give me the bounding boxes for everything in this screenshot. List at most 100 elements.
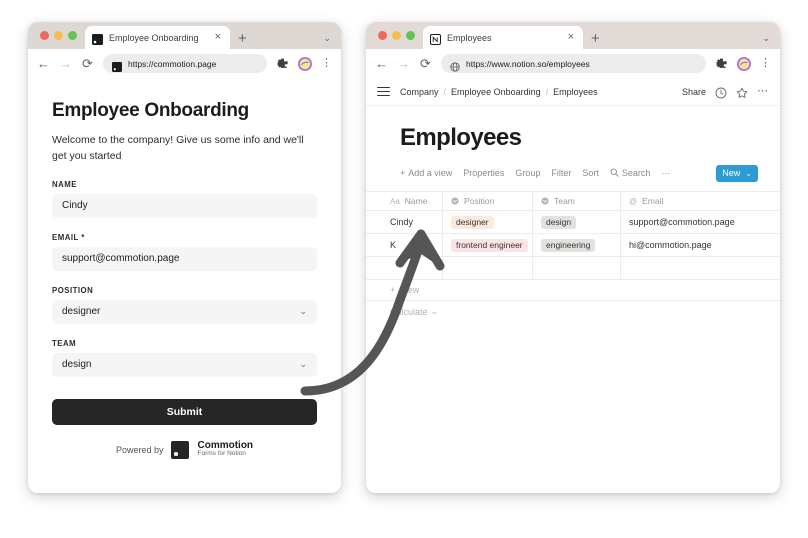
database-view-bar: + Add a view Properties Group Filter Sor… [366,164,780,182]
column-header-email[interactable]: @ Email [621,192,780,210]
tab-title: Employee Onboarding [109,32,199,43]
team-select[interactable]: design ⌄ [52,352,317,377]
breadcrumb-separator: / [545,86,549,97]
new-tab-button[interactable]: + [591,31,600,46]
minimize-window-button[interactable] [54,31,63,40]
screenshot-stage: Employee Onboarding × + ⌄ ← → ⟳ https://… [0,0,808,538]
position-select-value: designer [62,306,101,318]
puzzle-icon[interactable] [276,57,289,70]
email-input[interactable]: support@commotion.page [52,246,317,271]
star-icon[interactable] [736,86,748,98]
address-bar[interactable]: https://commotion.page [103,54,267,73]
breadcrumb-item-company[interactable]: Company [400,87,439,97]
group-button[interactable]: Group [515,168,540,178]
back-button[interactable]: ← [375,57,388,70]
close-window-button[interactable] [378,31,387,40]
form-field-team: TEAM design ⌄ [52,339,317,377]
new-record-button[interactable]: New ⌄ [716,164,758,182]
window-traffic-lights [36,22,85,49]
table-row[interactable] [366,257,780,280]
browser-tab-employee-onboarding[interactable]: Employee Onboarding × [85,26,230,49]
notion-icon [430,32,441,45]
cell-position[interactable]: frontend engineer [443,234,533,256]
new-tab-button[interactable]: + [238,31,247,46]
breadcrumb-separator: / [443,86,447,97]
column-header-team[interactable]: Team [533,192,621,210]
address-bar[interactable]: https://www.notion.so/employees [441,54,706,73]
notion-page-body: Employees + Add a view Properties Group … [366,106,780,493]
commotion-wordmark: Commotion Forms for Notion [197,440,253,458]
clock-icon[interactable] [715,86,727,98]
more-options-icon[interactable]: ⋯ [661,168,670,179]
chevron-down-icon[interactable]: ⌄ [762,33,770,44]
properties-button[interactable]: Properties [463,168,504,178]
chevron-down-icon[interactable]: ⌄ [323,33,331,44]
table-row[interactable]: K frontend engineer engineering hi@commo… [366,234,780,257]
close-icon[interactable]: × [213,32,223,43]
add-new-row-button[interactable]: + New [366,280,780,301]
browser-tab-employees[interactable]: Employees × [423,26,583,49]
forward-button[interactable]: → [59,57,72,70]
form-field-email: EMAIL * support@commotion.page [52,233,317,271]
cell-email[interactable] [621,257,780,279]
browser-menu-button[interactable]: ⋮ [760,58,771,69]
column-header-position[interactable]: Position [443,192,533,210]
share-button[interactable]: Share [682,87,706,97]
close-icon[interactable]: × [566,32,576,43]
cell-email[interactable]: support@commotion.page [621,211,780,233]
puzzle-icon[interactable] [715,57,728,70]
form-field-position: POSITION designer ⌄ [52,286,317,324]
right-tab-bar: Employees × + ⌄ [366,22,780,49]
minimize-window-button[interactable] [392,31,401,40]
avatar[interactable] [298,56,312,71]
left-tab-bar: Employee Onboarding × + ⌄ [28,22,341,49]
cell-position[interactable]: designer [443,211,533,233]
search-button[interactable]: Search [610,168,650,179]
ellipsis-icon[interactable]: ⋯ [757,85,769,98]
breadcrumb-item-employee-onboarding[interactable]: Employee Onboarding [451,87,541,97]
url-text: https://commotion.page [128,58,217,69]
cell-name[interactable]: Cindy [366,211,443,233]
avatar[interactable] [737,56,751,71]
name-input[interactable]: Cindy [52,193,317,218]
page-title: Employees [400,124,522,151]
search-icon [610,168,619,179]
cell-position[interactable] [443,257,533,279]
notion-top-actions: Share ⋯ [682,85,769,98]
maximize-window-button[interactable] [68,31,77,40]
cell-email[interactable]: hi@commotion.page [621,234,780,256]
cell-name[interactable]: K [366,234,443,256]
reload-button[interactable]: ⟳ [419,57,432,70]
cell-team[interactable] [533,257,621,279]
employees-table: Aa Name Position Team @ Email Cindy desi… [366,191,780,322]
reload-button[interactable]: ⟳ [81,57,94,70]
sort-button[interactable]: Sort [582,168,599,178]
back-button[interactable]: ← [37,57,50,70]
form-subtitle: Welcome to the company! Give us some inf… [52,134,304,163]
submit-button[interactable]: Submit [52,398,317,425]
breadcrumb-item-employees[interactable]: Employees [553,87,598,97]
browser-window-form: Employee Onboarding × + ⌄ ← → ⟳ https://… [28,22,341,493]
maximize-window-button[interactable] [406,31,415,40]
email-type-icon: @ [629,196,638,206]
cell-team[interactable]: design [533,211,621,233]
column-header-name[interactable]: Aa Name [366,192,443,210]
hamburger-icon[interactable] [377,86,390,97]
browser-menu-button[interactable]: ⋮ [321,58,332,69]
position-select[interactable]: designer ⌄ [52,299,317,324]
form-field-name: NAME Cindy [52,180,317,218]
close-window-button[interactable] [40,31,49,40]
cell-name[interactable] [366,257,443,279]
breadcrumb: Company / Employee Onboarding / Employee… [400,87,682,97]
cell-team[interactable]: engineering [533,234,621,256]
brand-tagline: Forms for Notion [197,450,246,458]
status-badge: designer [451,215,494,229]
calculate-button[interactable]: Calculate ⌄ [366,301,780,322]
forward-button[interactable]: → [397,57,410,70]
filter-button[interactable]: Filter [551,168,571,178]
add-a-view-button[interactable]: + Add a view [400,168,452,178]
globe-icon [450,59,460,72]
plus-icon: + [400,168,406,178]
table-row[interactable]: Cindy designer design support@commotion.… [366,211,780,234]
field-label-name: NAME [52,179,77,189]
